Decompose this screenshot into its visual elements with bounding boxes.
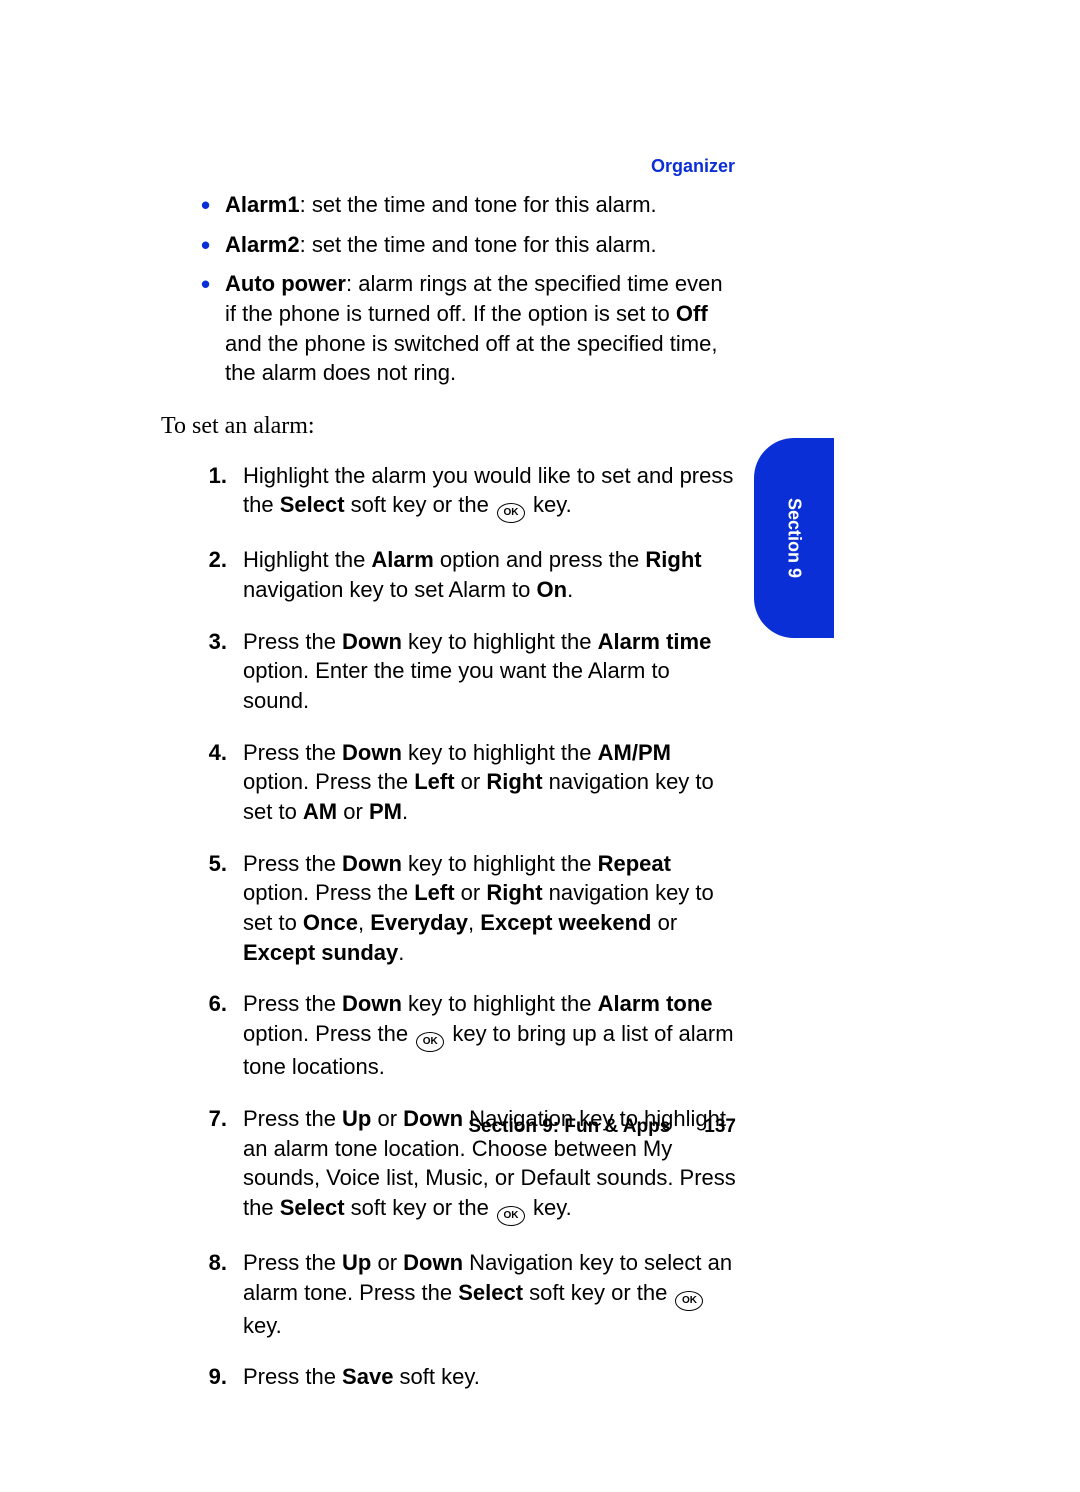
step-text: option. Press the [243, 880, 414, 905]
left-bold: Left [414, 880, 454, 905]
step-item: Press the Save soft key. [161, 1362, 737, 1392]
step-text: option and press the [434, 547, 646, 572]
step-text: or [455, 880, 487, 905]
down-bold: Down [342, 991, 402, 1016]
except-weekend-bold: Except weekend [480, 910, 651, 935]
step-text: , [468, 910, 480, 935]
bullet-item: Alarm2: set the time and tone for this a… [161, 230, 737, 260]
step-text: . [402, 799, 408, 824]
step-text: key. [527, 492, 572, 517]
repeat-bold: Repeat [598, 851, 671, 876]
steps-list: Highlight the alarm you would like to se… [161, 461, 737, 1392]
step-text: or [337, 799, 369, 824]
step-text: navigation key to set Alarm to [243, 577, 537, 602]
step-text: . [567, 577, 573, 602]
step-text: , [358, 910, 370, 935]
select-bold: Select [280, 492, 345, 517]
step-text: . [398, 940, 404, 965]
header-category: Organizer [651, 156, 735, 177]
down-bold: Down [342, 740, 402, 765]
down-bold: Down [342, 629, 402, 654]
step-text: Press the [243, 1250, 342, 1275]
step-text: key to highlight the [402, 740, 598, 765]
step-text: Press the [243, 1364, 342, 1389]
pm-bold: PM [369, 799, 402, 824]
everyday-bold: Everyday [370, 910, 468, 935]
ok-icon: OK [416, 1032, 444, 1052]
step-text: soft key or the [523, 1280, 673, 1305]
content-block: Alarm1: set the time and tone for this a… [161, 190, 737, 1414]
alarm-time-bold: Alarm time [598, 629, 712, 654]
once-bold: Once [303, 910, 358, 935]
down-bold: Down [403, 1250, 463, 1275]
step-text: key to highlight the [402, 629, 598, 654]
bullet-desc: : set the time and tone for this alarm. [300, 192, 657, 217]
step-text: key to highlight the [402, 851, 598, 876]
step-text: or [455, 769, 487, 794]
step-text: option. Press the [243, 1021, 414, 1046]
step-text: key. [243, 1313, 282, 1338]
alarm-bold: Alarm [371, 547, 433, 572]
step-text: Press the [243, 629, 342, 654]
bullet-term: Alarm1 [225, 192, 300, 217]
step-item: Press the Down key to highlight the Alar… [161, 989, 737, 1081]
step-text: or [371, 1250, 403, 1275]
right-bold: Right [645, 547, 701, 572]
down-bold: Down [342, 851, 402, 876]
right-bold: Right [486, 769, 542, 794]
step-text: soft key. [393, 1364, 479, 1389]
left-bold: Left [414, 769, 454, 794]
step-text: key to highlight the [402, 991, 598, 1016]
step-item: Highlight the Alarm option and press the… [161, 545, 737, 604]
step-item: Highlight the alarm you would like to se… [161, 461, 737, 524]
bullet-list: Alarm1: set the time and tone for this a… [161, 190, 737, 388]
step-text: Highlight the [243, 547, 371, 572]
step-text: key. [527, 1195, 572, 1220]
ok-icon: OK [497, 1206, 525, 1226]
page: Organizer Alarm1: set the time and tone … [0, 0, 1080, 1492]
step-text: option. Press the [243, 769, 414, 794]
section-side-tab: Section 9 [754, 438, 834, 638]
step-text: Press the [243, 991, 342, 1016]
select-bold: Select [458, 1280, 523, 1305]
footer-page-number: 137 [704, 1116, 736, 1137]
step-text: soft key or the [345, 1195, 495, 1220]
bullet-term: Alarm2 [225, 232, 300, 257]
up-bold: Up [342, 1250, 371, 1275]
ok-icon: OK [675, 1291, 703, 1311]
right-bold: Right [486, 880, 542, 905]
step-item: Press the Down key to highlight the Repe… [161, 849, 737, 968]
step-text: Press the [243, 740, 342, 765]
ok-icon: OK [497, 503, 525, 523]
bullet-desc: : set the time and tone for this alarm. [300, 232, 657, 257]
step-text: Press the [243, 851, 342, 876]
bullet-item: Auto power: alarm rings at the specified… [161, 269, 737, 388]
bullet-term: Auto power [225, 271, 346, 296]
on-bold: On [537, 577, 568, 602]
section-side-label: Section 9 [784, 498, 805, 578]
ampm-bold: AM/PM [598, 740, 671, 765]
step-item: Press the Up or Down Navigation key to s… [161, 1248, 737, 1340]
step-text: option. Enter the time you want the Alar… [243, 658, 670, 713]
except-sunday-bold: Except sunday [243, 940, 398, 965]
off-bold: Off [676, 301, 708, 326]
bullet-item: Alarm1: set the time and tone for this a… [161, 190, 737, 220]
bullet-desc: and the phone is switched off at the spe… [225, 331, 717, 386]
step-text: or [651, 910, 677, 935]
intro-text: To set an alarm: [161, 410, 737, 442]
select-bold: Select [280, 1195, 345, 1220]
footer-section: Section 9: Fun & Apps [468, 1116, 670, 1137]
step-item: Press the Down key to highlight the AM/P… [161, 738, 737, 827]
page-footer: Section 9: Fun & Apps 137 [0, 1116, 736, 1138]
save-bold: Save [342, 1364, 393, 1389]
step-text: soft key or the [345, 492, 495, 517]
alarm-tone-bold: Alarm tone [598, 991, 713, 1016]
am-bold: AM [303, 799, 337, 824]
step-item: Press the Down key to highlight the Alar… [161, 627, 737, 716]
